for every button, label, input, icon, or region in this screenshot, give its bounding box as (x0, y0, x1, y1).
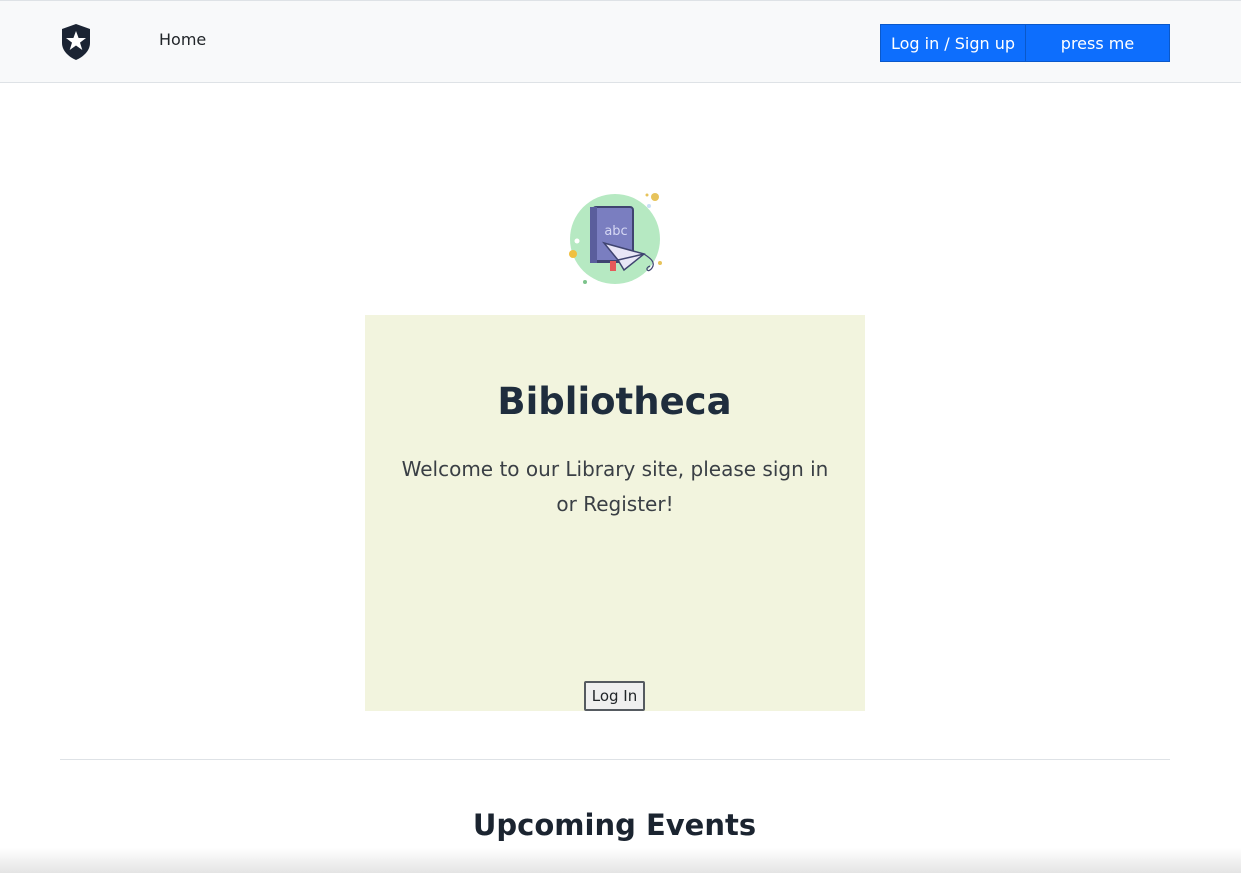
welcome-text: Welcome to our Library site, please sign… (401, 457, 829, 516)
shield-star-icon[interactable] (59, 23, 93, 61)
press-me-button[interactable]: press me (1025, 24, 1170, 62)
upcoming-events-heading: Upcoming Events (472, 808, 757, 842)
login-signup-button[interactable]: Log in / Sign up (880, 24, 1026, 62)
page-title: Bibliotheca (497, 380, 732, 423)
bottom-fade (0, 848, 1241, 873)
top-navbar: Home Log in / Sign up press me (0, 0, 1241, 83)
section-divider (60, 759, 1170, 760)
nav-home-link[interactable]: Home (159, 30, 206, 49)
log-in-button[interactable]: Log In (584, 681, 645, 711)
book-paper-plane-icon: abc (569, 193, 662, 284)
svg-text:abc: abc (604, 224, 627, 239)
